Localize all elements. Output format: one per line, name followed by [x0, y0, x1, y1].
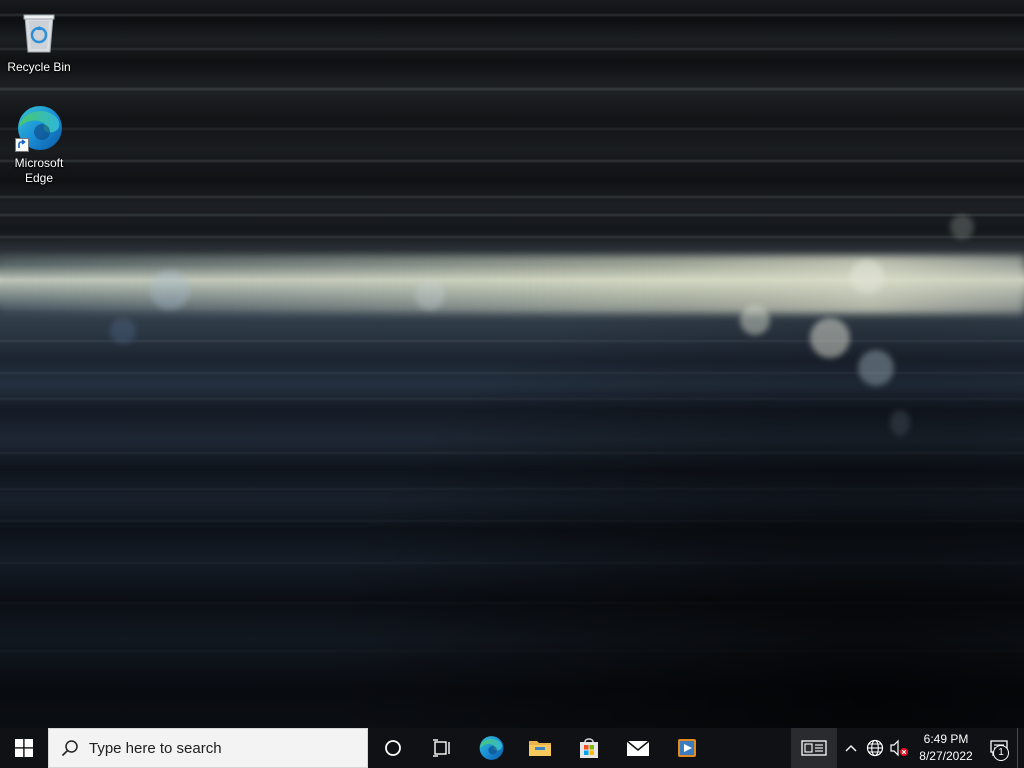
volume-button[interactable]	[887, 728, 911, 768]
network-button[interactable]	[863, 728, 887, 768]
system-tray: 6:49 PM 8/27/2022 1	[791, 728, 1024, 768]
cortana-button[interactable]	[368, 728, 417, 768]
clock-date: 8/27/2022	[919, 749, 973, 763]
search-box[interactable]: Type here to search	[48, 728, 368, 768]
windows-logo-icon	[15, 739, 33, 757]
task-view-icon	[432, 739, 450, 757]
globe-network-icon	[866, 739, 884, 757]
desktop-icon-microsoft-edge[interactable]: Microsoft Edge	[1, 104, 77, 186]
mail-icon	[626, 740, 649, 756]
store-icon	[579, 738, 598, 758]
news-and-interests-icon	[801, 740, 827, 756]
media-player-icon	[677, 739, 696, 757]
cortana-icon	[384, 740, 401, 756]
action-center-button[interactable]: 1	[981, 728, 1017, 768]
recycle-bin-label: Recycle Bin	[7, 60, 71, 74]
microsoft-store-button[interactable]	[564, 728, 613, 768]
edge-icon	[479, 736, 503, 760]
shortcut-arrow-icon	[15, 138, 29, 152]
microsoft-edge-label: Microsoft Edge	[14, 156, 64, 185]
mail-button[interactable]	[613, 728, 662, 768]
clock[interactable]: 6:49 PM 8/27/2022	[911, 731, 981, 765]
search-placeholder: Type here to search	[89, 739, 222, 757]
media-player-button[interactable]	[662, 728, 711, 768]
show-desktop-button[interactable]	[1017, 728, 1024, 768]
chevron-up-icon	[845, 745, 857, 752]
desktop-wallpaper	[0, 0, 1024, 728]
clock-time: 6:49 PM	[923, 732, 969, 746]
notification-count-badge: 1	[993, 745, 1009, 761]
folder-icon	[528, 741, 551, 756]
recycle-bin-icon	[15, 8, 63, 56]
show-hidden-icons-button[interactable]	[839, 728, 863, 768]
taskbar-edge-button[interactable]	[466, 728, 515, 768]
volume-muted-icon	[890, 739, 908, 757]
news-and-interests-button[interactable]	[791, 728, 837, 768]
taskbar: Type here to search 6:49 PM 8/27/2022 1	[0, 728, 1024, 768]
search-icon	[61, 740, 78, 757]
desktop-icon-recycle-bin[interactable]: Recycle Bin	[1, 8, 77, 75]
edge-icon	[15, 104, 63, 152]
task-view-button[interactable]	[417, 728, 466, 768]
file-explorer-button[interactable]	[515, 728, 564, 768]
start-button[interactable]	[0, 728, 48, 768]
